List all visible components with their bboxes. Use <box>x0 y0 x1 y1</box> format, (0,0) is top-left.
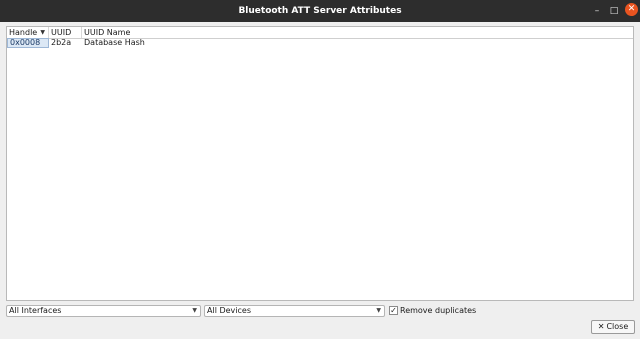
cell-uuid-name[interactable]: Database Hash <box>82 38 282 48</box>
cell-handle[interactable]: 0x0008 <box>7 38 49 48</box>
window-title: Bluetooth ATT Server Attributes <box>238 6 402 16</box>
x-icon: ✕ <box>597 322 605 331</box>
column-header-uuid-name[interactable]: UUID Name <box>82 27 633 38</box>
sort-descending-icon: ▼ <box>40 29 45 36</box>
column-header-uuid[interactable]: UUID <box>49 27 82 38</box>
attributes-table[interactable]: Handle ▼ UUID UUID Name 0x0008 2b2a Data… <box>6 26 634 301</box>
maximize-icon[interactable]: □ <box>607 4 621 18</box>
column-header-label: Handle <box>9 28 38 37</box>
checkmark-icon: ✓ <box>390 306 397 315</box>
column-header-handle[interactable]: Handle ▼ <box>7 27 49 38</box>
column-header-label: UUID Name <box>84 28 131 37</box>
window-titlebar: Bluetooth ATT Server Attributes – □ ✕ <box>0 0 640 22</box>
column-header-label: UUID <box>51 28 72 37</box>
remove-duplicates-checkbox[interactable]: ✓ <box>389 306 398 315</box>
close-button-label: Close <box>606 322 629 331</box>
close-button[interactable]: ✕ Close <box>591 320 635 334</box>
device-select-value: All Devices <box>207 306 251 315</box>
chevron-down-icon: ▼ <box>376 307 381 314</box>
chevron-down-icon: ▼ <box>192 307 197 314</box>
device-select[interactable]: All Devices ▼ <box>204 305 385 317</box>
cell-uuid[interactable]: 2b2a <box>49 38 82 48</box>
interface-select-value: All Interfaces <box>9 306 62 315</box>
window-close-icon[interactable]: ✕ <box>625 3 638 16</box>
table-row[interactable]: 0x0008 2b2a Database Hash <box>7 38 633 48</box>
remove-duplicates-label[interactable]: Remove duplicates <box>400 305 476 316</box>
interface-select[interactable]: All Interfaces ▼ <box>6 305 201 317</box>
minimize-icon[interactable]: – <box>590 4 604 18</box>
